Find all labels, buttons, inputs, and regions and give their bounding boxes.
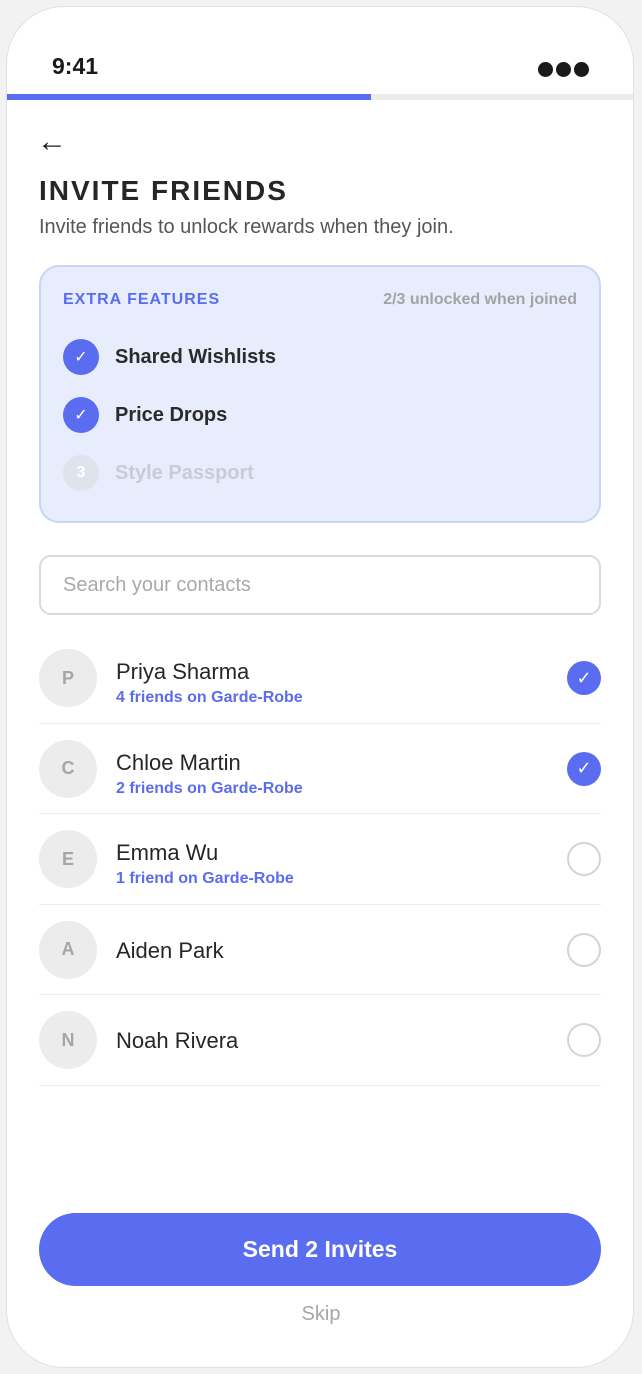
- mutual-friends-count: 2 friends on Garde-Robe: [116, 779, 303, 797]
- mutual-friends-count: 1 friend on Garde-Robe: [116, 870, 294, 887]
- send-invites-button[interactable]: Send 2 Invites: [39, 1213, 601, 1286]
- more-dots-icon: [538, 62, 589, 77]
- search-contacts-input[interactable]: [39, 555, 601, 615]
- avatar: E: [39, 830, 97, 888]
- selected-checkbox[interactable]: ✓: [567, 661, 601, 695]
- avatar: N: [39, 1011, 97, 1069]
- unselected-checkbox[interactable]: [567, 932, 601, 967]
- feature-name: Style Passport: [115, 461, 254, 484]
- contact-name: Aiden Park: [116, 937, 224, 963]
- back-arrow-icon[interactable]: ←: [37, 125, 67, 159]
- contact-name: Emma Wu: [116, 840, 219, 865]
- avatar: C: [39, 739, 97, 798]
- page-subtitle: Invite friends to unlock rewards when th…: [39, 216, 454, 238]
- selected-checkbox[interactable]: ✓: [567, 751, 601, 786]
- feature-item-price-drops: ✓ Price Drops: [63, 397, 227, 433]
- contact-row[interactable]: A Aiden Park: [39, 905, 601, 995]
- contact-row[interactable]: C Chloe Martin 2 friends on Garde-Robe ✓: [39, 724, 601, 814]
- page-title: INVITE FRIENDS: [39, 175, 288, 206]
- mutual-friends-count: 4 friends on Garde-Robe: [116, 689, 303, 706]
- contact-name: Priya Sharma: [116, 659, 250, 684]
- contact-name: Noah Rivera: [116, 1028, 239, 1053]
- features-unlock-count: 2/3 unlocked when joined: [383, 291, 577, 308]
- progress-bar: [7, 94, 633, 100]
- feature-item-style-passport: 3 Style Passport: [63, 455, 254, 491]
- progress-fill: [7, 94, 372, 100]
- phone-frame: 9:41 ← INVITE FRIENDS Invite friends to …: [6, 6, 634, 1368]
- avatar: P: [39, 649, 97, 707]
- contact-row[interactable]: P Priya Sharma 4 friends on Garde-Robe ✓: [39, 633, 601, 724]
- features-label: EXTRA FEATURES: [63, 291, 221, 308]
- check-icon: ✓: [63, 339, 99, 375]
- locked-step-badge: 3: [63, 455, 99, 491]
- feature-name: Shared Wishlists: [115, 345, 276, 368]
- skip-link[interactable]: Skip: [7, 1303, 633, 1326]
- unselected-checkbox[interactable]: [567, 842, 601, 876]
- feature-name: Price Drops: [115, 403, 228, 426]
- feature-item-shared-wishlists: ✓ Shared Wishlists: [63, 339, 276, 375]
- unselected-checkbox[interactable]: [567, 1023, 601, 1057]
- extra-features-card: EXTRA FEATURES 2/3 unlocked when joined …: [39, 265, 601, 523]
- check-icon: ✓: [63, 397, 99, 433]
- contact-name: Chloe Martin: [116, 749, 241, 775]
- status-time: 9:41: [52, 53, 99, 79]
- contact-row[interactable]: N Noah Rivera: [39, 995, 601, 1086]
- avatar: A: [39, 920, 97, 979]
- contact-row[interactable]: E Emma Wu 1 friend on Garde-Robe: [39, 814, 601, 905]
- contact-list: P Priya Sharma 4 friends on Garde-Robe ✓…: [39, 633, 601, 1086]
